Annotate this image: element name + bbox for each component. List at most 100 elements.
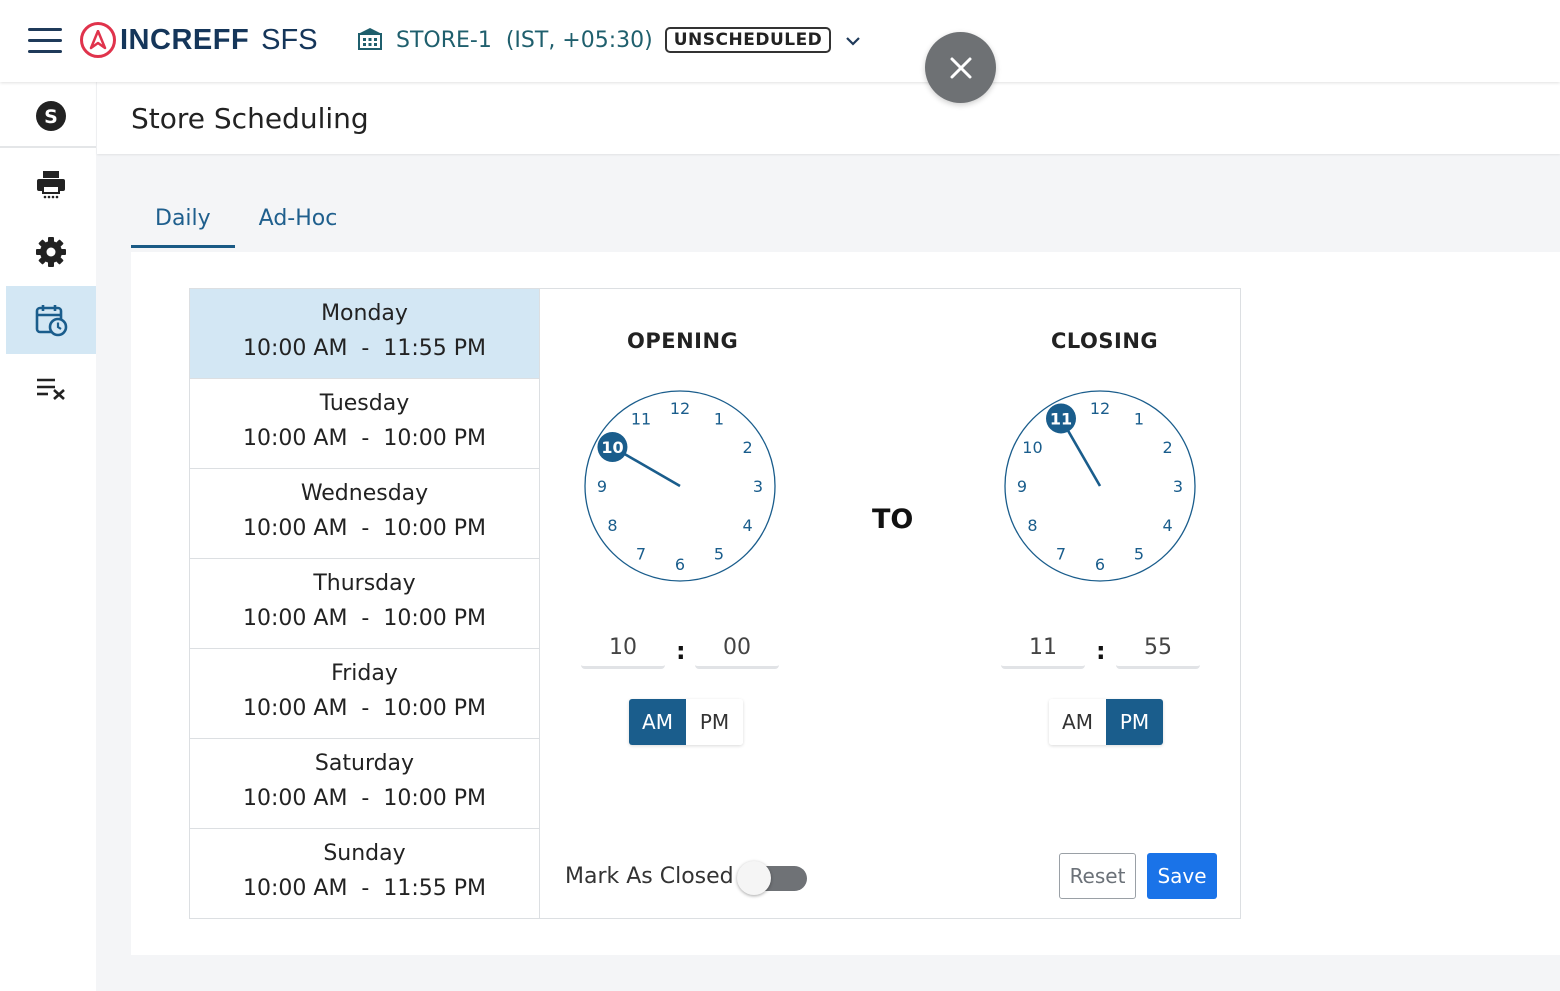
- day-name: Monday: [321, 301, 408, 326]
- clock-hour-3[interactable]: 3: [753, 477, 763, 496]
- clock-hour-2[interactable]: 2: [1162, 438, 1172, 457]
- tab-daily[interactable]: Daily: [131, 200, 235, 248]
- clock-hour-1[interactable]: 1: [1134, 409, 1144, 428]
- clock-hour-10[interactable]: 10: [601, 438, 623, 457]
- logo-mark-icon: [80, 22, 116, 58]
- day-name: Tuesday: [319, 391, 410, 416]
- store-icon: [356, 26, 384, 54]
- opening-am-button[interactable]: AM: [629, 699, 686, 745]
- clock-hour-8[interactable]: 8: [1027, 516, 1037, 535]
- reset-button[interactable]: Reset: [1059, 853, 1136, 899]
- mark-closed-toggle[interactable]: [737, 861, 807, 895]
- clock-hour-5[interactable]: 5: [714, 545, 724, 564]
- clear-list-icon: [37, 378, 65, 400]
- closing-pm-button[interactable]: PM: [1106, 699, 1163, 745]
- clock-hour-12[interactable]: 12: [1090, 399, 1110, 418]
- clock-hour-11[interactable]: 11: [1050, 409, 1072, 428]
- opening-time-colon: :: [676, 637, 686, 665]
- calendar-clock-icon: [35, 305, 68, 337]
- gear-icon: [36, 237, 66, 267]
- day-time: 10:00 AM - 10:00 PM: [243, 696, 486, 721]
- day-item-friday[interactable]: Friday 10:00 AM - 10:00 PM: [190, 649, 539, 739]
- sidebar-item-s[interactable]: S: [6, 82, 96, 150]
- hamburger-menu-icon[interactable]: [28, 28, 62, 54]
- opening-minute-input[interactable]: [695, 629, 779, 669]
- sidebar-item-settings[interactable]: [6, 218, 96, 286]
- save-button[interactable]: Save: [1147, 853, 1217, 899]
- closing-ampm-toggle: AM PM: [1049, 699, 1163, 745]
- clock-hour-6[interactable]: 6: [675, 555, 685, 574]
- clock-hour-9[interactable]: 9: [1017, 477, 1027, 496]
- chevron-down-icon[interactable]: [845, 31, 861, 50]
- clock-hour-2[interactable]: 2: [742, 438, 752, 457]
- logo-text: INCREFF: [120, 23, 250, 56]
- close-icon: [950, 57, 971, 78]
- mark-closed-label: Mark As Closed: [565, 864, 734, 889]
- clock-hour-9[interactable]: 9: [597, 477, 607, 496]
- nav-divider: [0, 146, 96, 148]
- opening-pm-button[interactable]: PM: [686, 699, 743, 745]
- clock-hour-6[interactable]: 6: [1095, 555, 1105, 574]
- closing-clock[interactable]: 123456789101112: [1003, 389, 1197, 583]
- side-nav: S: [0, 82, 96, 991]
- clock-hour-3[interactable]: 3: [1173, 477, 1183, 496]
- closing-time-colon: :: [1096, 637, 1106, 665]
- clock-hour-4[interactable]: 4: [1162, 516, 1172, 535]
- page-header: Store Scheduling: [97, 82, 1560, 154]
- day-item-saturday[interactable]: Saturday 10:00 AM - 10:00 PM: [190, 739, 539, 829]
- day-time: 10:00 AM - 11:55 PM: [243, 876, 486, 901]
- day-item-thursday[interactable]: Thursday 10:00 AM - 10:00 PM: [190, 559, 539, 649]
- day-item-sunday[interactable]: Sunday 10:00 AM - 11:55 PM: [190, 829, 539, 919]
- tab-bar: Daily Ad-Hoc: [131, 200, 361, 248]
- page-title: Store Scheduling: [131, 102, 369, 135]
- sidebar-item-print[interactable]: [6, 150, 96, 218]
- day-time: 10:00 AM - 10:00 PM: [243, 606, 486, 631]
- closing-label: CLOSING: [1051, 329, 1159, 353]
- clock-hour-7[interactable]: 7: [1056, 545, 1066, 564]
- app-logo: INCREFF SFS: [80, 22, 318, 58]
- svg-text:S: S: [44, 106, 58, 128]
- store-timezone: (IST, +05:30): [505, 27, 653, 53]
- day-name: Sunday: [323, 841, 406, 866]
- sidebar-item-scheduling[interactable]: [6, 286, 96, 354]
- logo-subtitle: SFS: [261, 23, 318, 56]
- day-time: 10:00 AM - 11:55 PM: [243, 336, 486, 361]
- day-item-tuesday[interactable]: Tuesday 10:00 AM - 10:00 PM: [190, 379, 539, 469]
- closing-minute-input[interactable]: [1116, 629, 1200, 669]
- day-item-monday[interactable]: Monday 10:00 AM - 11:55 PM: [190, 289, 539, 379]
- top-bar: INCREFF SFS STORE-1 (IST, +05:30) UNSCHE…: [0, 0, 1560, 82]
- clock-hour-11[interactable]: 11: [631, 409, 651, 428]
- sidebar-item-clear-list[interactable]: [6, 354, 96, 422]
- clock-hour-10[interactable]: 10: [1022, 438, 1042, 457]
- opening-ampm-toggle: AM PM: [629, 699, 743, 745]
- opening-label: OPENING: [627, 329, 739, 353]
- schedule-panel: Monday 10:00 AM - 11:55 PM Tuesday 10:00…: [189, 288, 1241, 919]
- store-name: STORE-1: [396, 27, 492, 53]
- day-item-wednesday[interactable]: Wednesday 10:00 AM - 10:00 PM: [190, 469, 539, 559]
- day-name: Thursday: [313, 571, 416, 596]
- clock-hour-8[interactable]: 8: [607, 516, 617, 535]
- day-time: 10:00 AM - 10:00 PM: [243, 426, 486, 451]
- toggle-knob: [737, 861, 771, 895]
- day-name: Friday: [331, 661, 398, 686]
- status-badge: UNSCHEDULED: [664, 27, 832, 53]
- opening-clock[interactable]: 123456789101112: [583, 389, 777, 583]
- closing-hour-input[interactable]: [1001, 629, 1085, 669]
- day-time: 10:00 AM - 10:00 PM: [243, 516, 486, 541]
- day-time: 10:00 AM - 10:00 PM: [243, 786, 486, 811]
- clock-hour-1[interactable]: 1: [714, 409, 724, 428]
- day-list: Monday 10:00 AM - 11:55 PM Tuesday 10:00…: [190, 289, 540, 918]
- store-selector[interactable]: STORE-1 (IST, +05:30) UNSCHEDULED: [356, 26, 861, 54]
- tab-ad-hoc[interactable]: Ad-Hoc: [235, 200, 362, 248]
- closing-am-button[interactable]: AM: [1049, 699, 1106, 745]
- clock-hour-4[interactable]: 4: [742, 516, 752, 535]
- clock-hour-12[interactable]: 12: [670, 399, 690, 418]
- day-name: Wednesday: [300, 481, 429, 506]
- close-button[interactable]: [925, 32, 996, 103]
- clock-hour-5[interactable]: 5: [1134, 545, 1144, 564]
- clock-hour-7[interactable]: 7: [636, 545, 646, 564]
- day-name: Saturday: [314, 751, 415, 776]
- opening-hour-input[interactable]: [581, 629, 665, 669]
- to-label: TO: [872, 504, 914, 535]
- printer-icon: [37, 171, 65, 199]
